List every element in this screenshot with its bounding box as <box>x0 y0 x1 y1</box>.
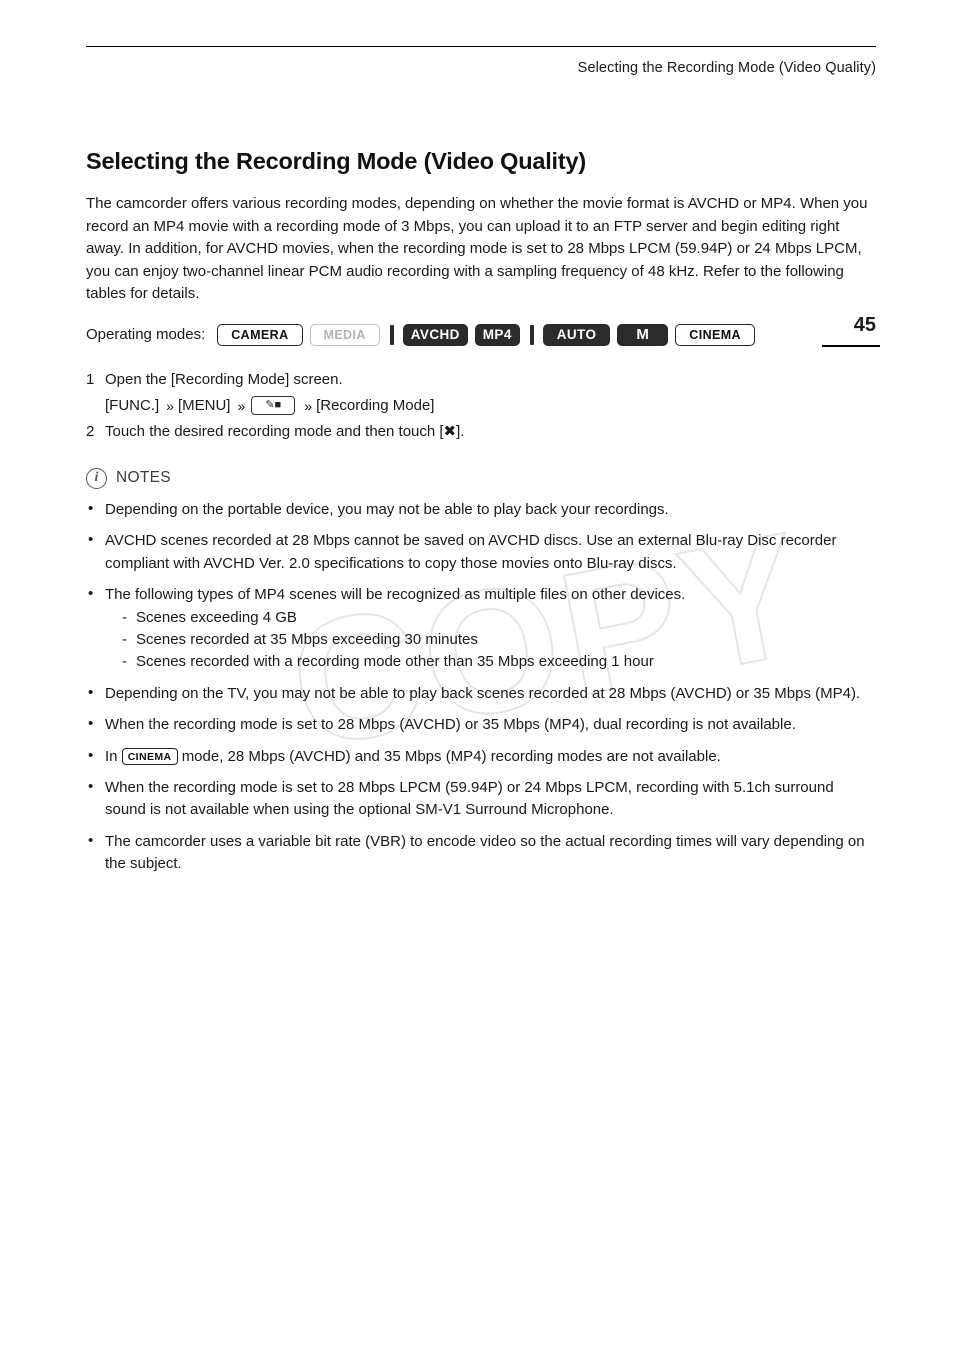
operating-modes-label: Operating modes: <box>86 326 206 344</box>
note-sublist: Scenes exceeding 4 GB Scenes recorded at… <box>105 607 876 675</box>
operating-modes-row: Operating modes: CAMERA MEDIA AVCHD MP4 … <box>86 322 876 348</box>
note-item: The camcorder uses a variable bit rate (… <box>86 830 876 876</box>
note-item: Depending on the TV, you may not be able… <box>86 682 876 705</box>
step-1: 1 Open the [Recording Mode] screen. <box>86 368 876 392</box>
chevron-right-icon-1: » <box>166 397 174 414</box>
chevron-right-icon-3: » <box>304 397 312 414</box>
step-1-number: 1 <box>86 370 95 388</box>
notes-heading: i NOTES <box>86 467 876 489</box>
page-title: Selecting the Recording Mode (Video Qual… <box>86 148 586 174</box>
badge-group-separator-2 <box>529 324 534 345</box>
step-2: 2 Touch the desired recording mode and t… <box>86 420 876 444</box>
note-item-text-before: In <box>105 747 118 765</box>
note-item: AVCHD scenes recorded at 28 Mbps cannot … <box>86 529 876 575</box>
badge-auto: AUTO <box>542 323 611 346</box>
info-icon: i <box>86 467 107 489</box>
badge-avchd: AVCHD <box>402 323 468 346</box>
note-subitem: Scenes recorded at 35 Mbps exceeding 30 … <box>120 629 876 652</box>
chevron-right-icon-2: » <box>237 397 245 414</box>
note-subitem: Scenes recorded with a recording mode ot… <box>120 651 876 674</box>
badge-cinema-inline: CINEMA <box>121 748 178 766</box>
note-item: When the recording mode is set to 28 Mbp… <box>86 713 876 736</box>
procedure-steps: 1 Open the [Recording Mode] screen. [FUN… <box>86 368 876 444</box>
menu-path-menu: [MENU] <box>177 396 231 414</box>
header-divider <box>86 46 876 47</box>
badge-manual: M <box>617 323 669 346</box>
note-item: When the recording mode is set to 28 Mbp… <box>86 776 876 822</box>
notes-label: NOTES <box>116 469 171 487</box>
badge-mp4: MP4 <box>474 323 520 346</box>
note-item: The following types of MP4 scenes will b… <box>86 583 876 675</box>
menu-path-recording-mode: [Recording Mode] <box>316 396 435 414</box>
badge-cinema: CINEMA <box>675 323 755 346</box>
step-2-text: Touch the desired recording mode and the… <box>105 422 465 440</box>
step-2-number: 2 <box>86 422 95 440</box>
menu-path-func: [FUNC.] <box>105 396 160 414</box>
document-page: Selecting the Recording Mode (Video Qual… <box>0 0 954 1352</box>
step-1-text: Open the [Recording Mode] screen. <box>105 370 343 388</box>
intro-paragraph: The camcorder offers various recording m… <box>86 195 868 303</box>
badge-group-separator-1 <box>389 324 394 345</box>
page-content: Selecting the Recording Mode (Video Qual… <box>86 148 876 885</box>
note-item-text-after: mode, 28 Mbps (AVCHD) and 35 Mbps (MP4) … <box>181 747 721 765</box>
notes-list: Depending on the portable device, you ma… <box>86 498 876 876</box>
recording-setup-glyph: ✎■ <box>265 399 282 412</box>
menu-path: [FUNC.] » [MENU] » ✎■ » [Recording Mode] <box>105 394 876 418</box>
note-subitem: Scenes exceeding 4 GB <box>120 607 876 630</box>
note-item-text: The following types of MP4 scenes will b… <box>105 586 686 604</box>
running-header-title: Selecting the Recording Mode (Video Qual… <box>577 60 876 76</box>
badge-media: MEDIA <box>309 323 380 346</box>
recording-setup-icon: ✎■ <box>251 396 296 416</box>
badge-camera: CAMERA <box>217 323 303 346</box>
note-item: In CINEMA mode, 28 Mbps (AVCHD) and 35 M… <box>86 745 876 768</box>
note-item: Depending on the portable device, you ma… <box>86 498 876 521</box>
